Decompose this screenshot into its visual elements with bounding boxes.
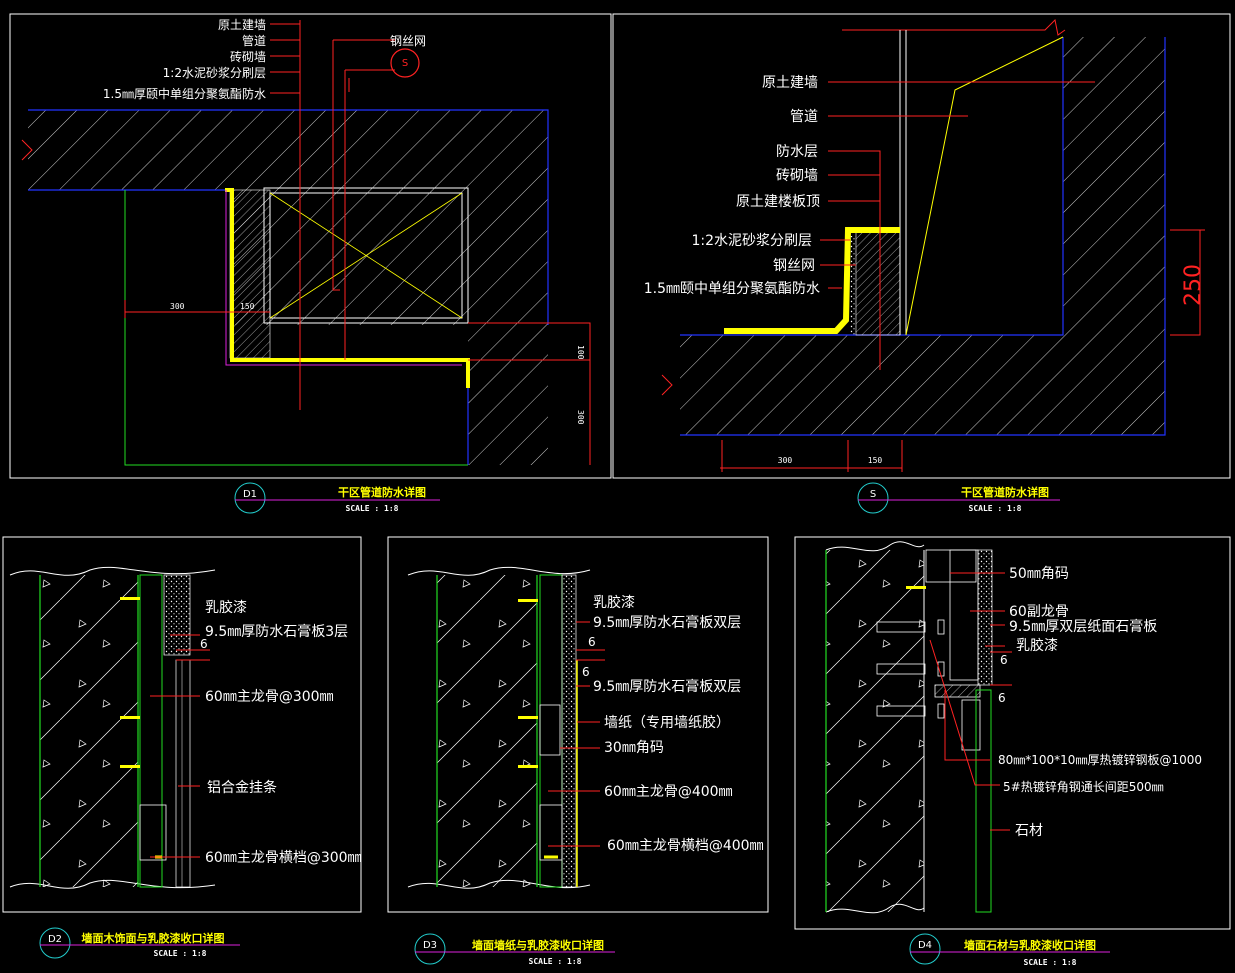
d3-batten [539,804,563,861]
d1-label-3: 砖砌墙 [230,49,266,64]
d4-title: 墙面石材与乳胶漆收口详图 [964,938,1096,952]
s-dim-300: 300 [778,456,793,465]
d3-dim-6a: 6 [588,635,596,649]
s-label-3: 防水层 [776,144,818,160]
d2-concrete [40,575,138,887]
d1-mesh-label: 钢丝网 [390,34,426,48]
s-tag: S [870,489,876,500]
d1-dim-300: 300 [170,302,185,311]
d3-label-2: 9.5㎜厚防水石膏板双层 [593,614,741,631]
d3-scale: SCALE : 1:8 [529,957,582,966]
d2-label-1: 乳胶漆 [205,599,247,616]
d3-label-6: 60㎜主龙骨@400㎜ [604,784,733,800]
d2-label-2: 9.5㎜厚防水石膏板3层 [205,623,348,640]
d3-stud [539,574,563,888]
s-scale: SCALE : 1:8 [969,504,1022,513]
s-dim-150: 150 [868,456,883,465]
d4-panel: 50㎜角码 60副龙骨 9.5㎜厚双层纸面石膏板 乳胶漆 80㎜*100*10㎜… [794,536,1231,967]
d4-label-3: 9.5㎜厚双层纸面石膏板 [1009,618,1157,635]
d4-label-4: 乳胶漆 [1016,637,1058,654]
d1-label-4: 1:2水泥砂浆分刷层 [163,65,266,80]
s-panel: 原土建墙 管道 防水层 砖砌墙 原土建楼板顶 1:2水泥砂浆分刷层 钢丝网 1.… [612,13,1231,514]
d4-angle-50 [925,549,977,583]
s-title: 干区管道防水详图 [961,485,1049,499]
d3-tag: D3 [423,940,437,951]
d4-label-5: 80㎜*100*10㎜厚热镀锌钢板@1000 [998,753,1202,767]
d4-label-2: 60副龙骨 [1009,604,1069,620]
s-dim-250: 250 [1181,264,1206,306]
d2-leader-lines [150,634,210,858]
d4-steel-plate [934,684,981,698]
s-label-6: 1:2水泥砂浆分刷层 [691,233,812,249]
d1-wall-hatch [28,110,548,465]
d1-dim-100: 100 [576,345,585,360]
s-break-mark [661,374,673,396]
s-mesh [850,236,856,335]
d4-label-1: 50㎜角码 [1009,566,1069,582]
d4-scale: SCALE : 1:8 [1024,958,1077,967]
d2-label-3: 60㎜主龙骨@300㎜ [205,689,334,705]
d3-gypsum-board [561,574,577,888]
d3-concrete [437,575,537,887]
s-label-5: 原土建楼板顶 [736,194,820,210]
s-break-line [842,18,1066,36]
s-label-7: 钢丝网 [773,258,815,274]
d1-dim-300v: 300 [576,410,585,425]
d4-label-7: 石材 [1015,823,1043,839]
d4-angle-steel [961,699,981,751]
d2-panel: 乳胶漆 9.5㎜厚防水石膏板3层 60㎜主龙骨@300㎜ 铝合金挂条 60㎜主龙… [2,536,362,959]
d3-break-top [407,566,591,576]
d4-screw [906,586,926,589]
d3-angle-bracket [539,704,561,756]
d3-label-5: 30㎜角码 [604,740,664,756]
d2-gypsum-board [163,574,191,656]
d1-scale: SCALE : 1:8 [346,504,399,513]
d3-label-3: 9.5㎜厚防水石膏板双层 [593,678,741,695]
d2-label-4: 铝合金挂条 [207,779,277,796]
d4-sub-stud [949,549,979,681]
d4-tag: D4 [918,940,932,951]
d4-dim-6b: 6 [998,691,1006,705]
d1-label-5: 1.5㎜厚颐中单组分聚氨酯防水 [103,86,266,101]
d4-stone [975,689,992,913]
d1-title: 干区管道防水详图 [338,485,426,499]
s-label-2: 管道 [790,109,818,125]
d2-dim-6: 6 [200,637,208,651]
d4-label-6: 5#热镀锌角钢通长间距500㎜ [1003,780,1164,794]
d1-marker-letter: S [402,58,408,69]
d1-dim-150: 150 [240,302,255,311]
d4-concrete [826,550,924,912]
d2-tag: D2 [48,934,62,945]
d1-panel: S 钢丝网 原土建墙 管道 砖砌墙 1:2水泥砂浆分刷层 1.5㎜厚颐中单组分聚… [9,13,612,514]
d4-gypsum-board [977,549,993,686]
d3-title: 墙面墙纸与乳胶漆收口详图 [472,938,604,952]
cad-drawing-sheet: S 钢丝网 原土建墙 管道 砖砌墙 1:2水泥砂浆分刷层 1.5㎜厚颐中单组分聚… [2,13,1231,967]
d4-dim-6a: 6 [1000,653,1008,667]
d1-label-2: 管道 [242,33,266,48]
s-brick-wall [855,231,901,336]
d3-label-4: 墙纸（专用墙纸胶） [604,714,730,731]
d2-label-5: 60㎜主龙骨横档@300㎜ [205,850,362,866]
d2-title: 墙面木饰面与乳胶漆收口详图 [82,931,225,945]
d2-scale: SCALE : 1:8 [154,949,207,958]
d4-break-top [825,541,925,552]
s-label-4: 砖砌墙 [776,168,818,184]
d1-tag: D1 [243,489,257,500]
d2-wood-panel [175,659,191,888]
s-label-1: 原土建墙 [762,75,818,91]
s-label-8: 1.5㎜颐中单组分聚氨酯防水 [644,281,820,297]
d3-label-7: 60㎜主龙骨横档@400㎜ [607,838,764,854]
d1-label-1: 原土建墙 [218,18,266,32]
d2-break-top [9,566,216,576]
d3-label-1: 乳胶漆 [593,594,635,611]
d2-stud [139,574,163,888]
d3-panel: 乳胶漆 9.5㎜厚防水石膏板双层 9.5㎜厚防水石膏板双层 墙纸（专用墙纸胶） … [387,536,769,966]
d3-dim-6b: 6 [582,665,590,679]
